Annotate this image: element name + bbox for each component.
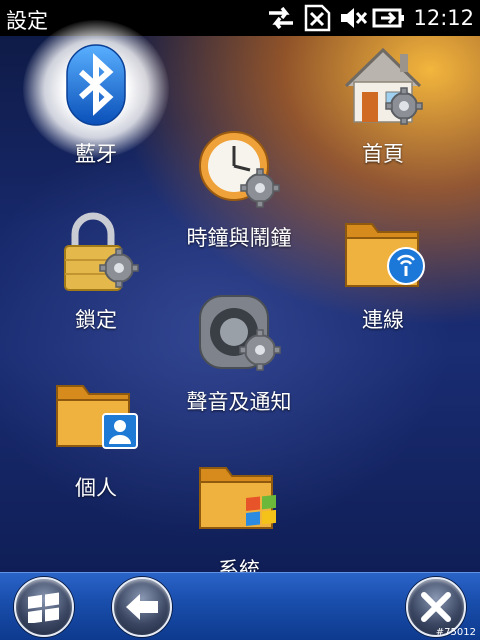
system-folder-icon — [194, 460, 284, 550]
start-button[interactable] — [14, 577, 74, 637]
settings-item-label: 首頁 — [362, 142, 404, 166]
settings-item-label: 鎖定 — [75, 308, 117, 332]
bluetooth-icon — [23, 20, 169, 158]
sound-settings-icon — [194, 292, 284, 382]
settings-item-personal[interactable]: 個人 — [21, 378, 171, 502]
settings-item-system[interactable]: 系統 — [164, 460, 314, 584]
settings-item-lock[interactable]: 鎖定 — [21, 210, 171, 334]
page-title: 設定 — [6, 9, 48, 33]
clock-time[interactable]: 12:12 — [413, 6, 474, 30]
settings-item-label: 連線 — [362, 308, 404, 332]
settings-item-sounds[interactable]: 聲音及通知 — [164, 292, 314, 416]
home-settings-icon — [338, 44, 428, 134]
battery-charging-icon[interactable] — [371, 0, 407, 36]
settings-item-label: 聲音及通知 — [186, 390, 292, 414]
no-sim-icon[interactable] — [299, 0, 335, 36]
settings-item-home[interactable]: 首頁 — [308, 44, 458, 168]
personal-folder-icon — [51, 378, 141, 468]
settings-item-label: 個人 — [75, 476, 117, 500]
clock-alarm-icon — [194, 128, 284, 218]
connections-folder-icon — [338, 210, 428, 300]
speaker-muted-icon[interactable] — [335, 0, 371, 36]
close-icon — [419, 590, 453, 624]
bottom-toolbar: #75012 — [0, 572, 480, 640]
watermark-text: #75012 — [435, 627, 476, 638]
connectivity-arrows-icon[interactable] — [263, 0, 299, 36]
settings-item-bluetooth[interactable]: 藍牙 — [21, 20, 171, 168]
windows-start-icon — [27, 591, 61, 623]
back-button[interactable] — [112, 577, 172, 637]
settings-item-connections[interactable]: 連線 — [308, 210, 458, 334]
back-arrow-icon — [124, 592, 160, 622]
settings-item-label: 時鐘與鬧鐘 — [186, 226, 292, 250]
lock-icon — [51, 210, 141, 300]
settings-item-clock[interactable]: 時鐘與鬧鐘 — [164, 128, 314, 252]
